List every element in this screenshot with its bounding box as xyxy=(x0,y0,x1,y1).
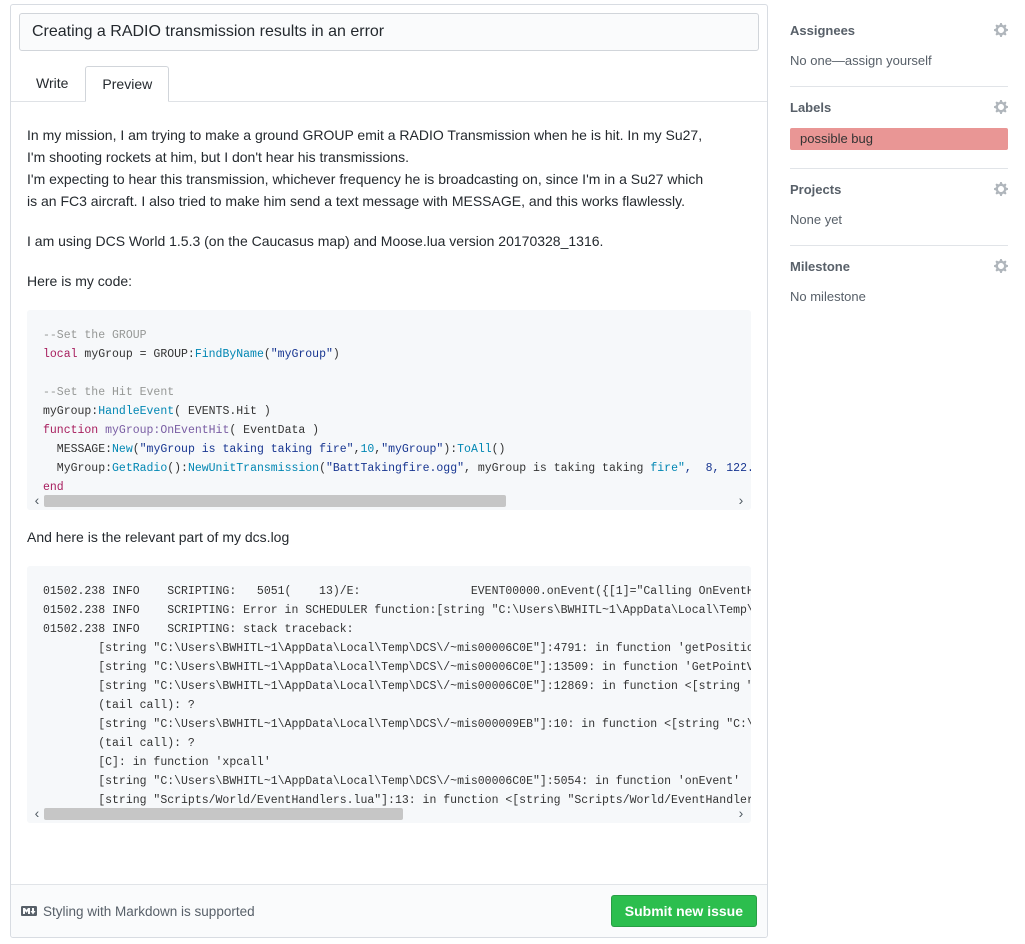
tab-write[interactable]: Write xyxy=(19,65,85,101)
scroll-left-arrow-icon[interactable]: ‹ xyxy=(30,806,44,821)
gear-icon[interactable] xyxy=(994,258,1008,274)
milestone-heading: Milestone xyxy=(790,259,850,274)
gear-icon[interactable] xyxy=(994,22,1008,38)
projects-heading: Projects xyxy=(790,182,841,197)
scrollbar-thumb[interactable] xyxy=(44,495,506,507)
issue-form-footer: Styling with Markdown is supported Submi… xyxy=(11,884,767,937)
gear-icon[interactable] xyxy=(994,181,1008,197)
gear-icon[interactable] xyxy=(994,99,1008,115)
issue-title-input[interactable] xyxy=(19,13,759,51)
code-horizontal-scrollbar[interactable]: ‹ › xyxy=(27,493,751,510)
markdown-icon xyxy=(21,903,37,919)
labels-heading: Labels xyxy=(790,100,831,115)
issue-body-paragraph-2: I am using DCS World 1.5.3 (on the Cauca… xyxy=(27,230,751,252)
sidebar-section-labels: Labels possible bug xyxy=(790,87,1008,169)
lua-code-block: --Set the GROUP local myGroup = GROUP:Fi… xyxy=(27,310,751,510)
scroll-right-arrow-icon[interactable]: › xyxy=(734,493,748,508)
projects-value: None yet xyxy=(790,212,1008,227)
sidebar-section-projects: Projects None yet xyxy=(790,169,1008,246)
submit-new-issue-button[interactable]: Submit new issue xyxy=(611,895,757,927)
new-issue-page: Write Preview In my mission, I am trying… xyxy=(0,0,1025,944)
tab-preview[interactable]: Preview xyxy=(85,66,169,102)
scrollbar-track[interactable] xyxy=(44,808,734,820)
markdown-note-text: Styling with Markdown is supported xyxy=(43,904,255,919)
issue-body-paragraph-3: Here is my code: xyxy=(27,270,751,292)
scrollbar-track[interactable] xyxy=(44,495,734,507)
write-preview-tabs: Write Preview xyxy=(11,59,767,102)
assignees-heading: Assignees xyxy=(790,23,855,38)
log-horizontal-scrollbar[interactable]: ‹ › xyxy=(27,806,751,823)
dcs-log-text: 01502.238 INFO SCRIPTING: 5051( 13)/E: E… xyxy=(27,566,751,806)
milestone-value: No milestone xyxy=(790,289,1008,304)
markdown-support-note: Styling with Markdown is supported xyxy=(21,903,255,919)
issue-preview-body: In my mission, I am trying to make a gro… xyxy=(11,102,767,839)
dcs-log-block: 01502.238 INFO SCRIPTING: 5051( 13)/E: E… xyxy=(27,566,751,823)
new-issue-form: Write Preview In my mission, I am trying… xyxy=(10,4,768,938)
lua-code: --Set the GROUP local myGroup = GROUP:Fi… xyxy=(27,310,751,493)
scrollbar-thumb[interactable] xyxy=(44,808,403,820)
issue-body-paragraph-4: And here is the relevant part of my dcs.… xyxy=(27,526,751,548)
scroll-right-arrow-icon[interactable]: › xyxy=(734,806,748,821)
issue-sidebar: Assignees No one—assign yourself Labels … xyxy=(790,10,1008,322)
sidebar-section-milestone: Milestone No milestone xyxy=(790,246,1008,322)
sidebar-section-assignees: Assignees No one—assign yourself xyxy=(790,10,1008,87)
label-possible-bug[interactable]: possible bug xyxy=(790,128,1008,150)
issue-body-paragraph-1: In my mission, I am trying to make a gro… xyxy=(27,124,751,212)
scroll-left-arrow-icon[interactable]: ‹ xyxy=(30,493,44,508)
assignees-value[interactable]: No one—assign yourself xyxy=(790,53,1008,68)
